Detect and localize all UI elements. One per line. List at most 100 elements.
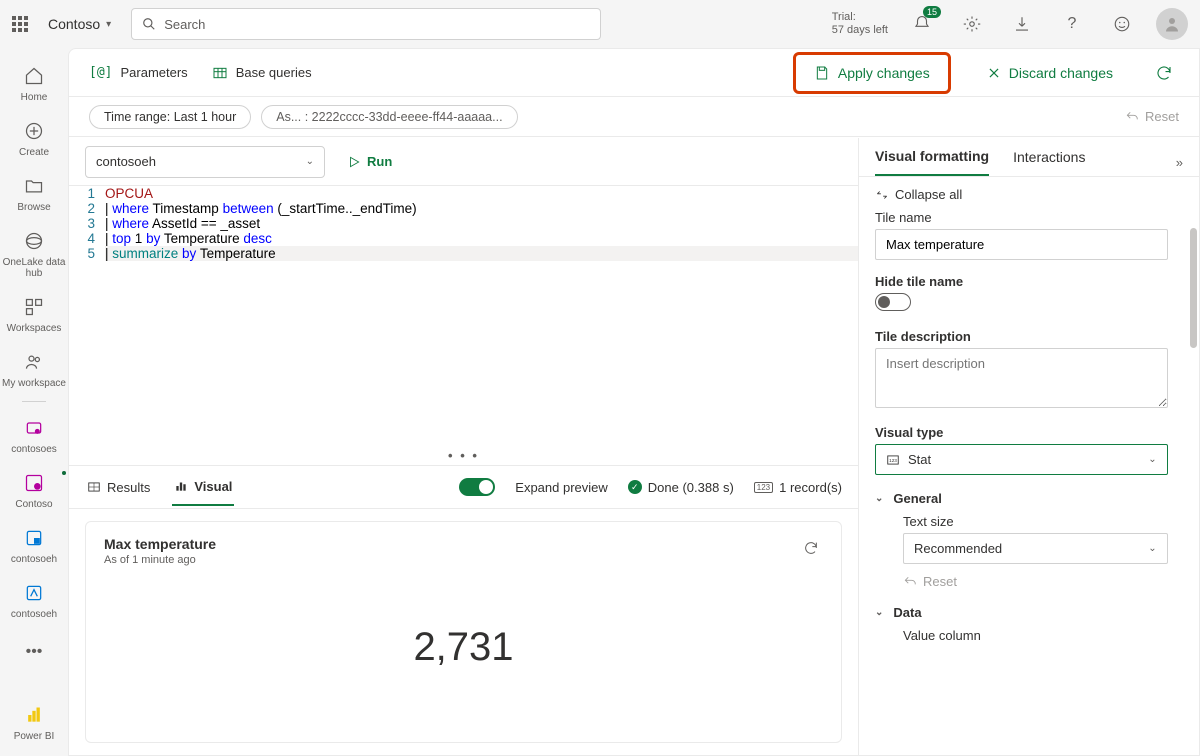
undo-icon	[1125, 110, 1139, 124]
tab-results[interactable]: Results	[85, 470, 152, 505]
refresh-icon	[803, 540, 819, 556]
preview-tile: Max temperature As of 1 minute ago 2,731	[85, 521, 842, 743]
workspaces-icon	[24, 297, 44, 317]
user-avatar[interactable]	[1156, 8, 1188, 40]
person-group-icon	[24, 352, 44, 372]
check-icon: ✓	[628, 480, 642, 494]
database-select[interactable]: contosoeh ⌄	[85, 146, 325, 178]
collapse-all-button[interactable]: Collapse all	[875, 187, 1183, 202]
close-icon	[987, 66, 1001, 80]
visual-type-label: Visual type	[875, 425, 1183, 440]
tab-interactions[interactable]: Interactions	[1013, 149, 1085, 175]
help-button[interactable]: ?	[1056, 8, 1088, 40]
filter-bar: Time range: Last 1 hour As... : 2222cccc…	[69, 97, 1199, 137]
app-launcher-icon[interactable]	[12, 16, 28, 32]
feedback-button[interactable]	[1106, 8, 1138, 40]
apply-changes-button[interactable]: Apply changes	[800, 59, 944, 87]
download-button[interactable]	[1006, 8, 1038, 40]
undo-icon	[903, 575, 917, 589]
nav-my-workspace[interactable]: My workspace	[0, 342, 68, 395]
chevron-down-icon: ⌄	[1148, 543, 1156, 554]
notifications-button[interactable]: 15	[906, 8, 938, 40]
nav-workspaces[interactable]: Workspaces	[0, 287, 68, 340]
nav-home[interactable]: Home	[0, 56, 68, 109]
tab-visual-formatting[interactable]: Visual formatting	[875, 148, 989, 176]
svg-text:123: 123	[889, 457, 897, 462]
chevron-down-icon: ⌄	[1148, 454, 1156, 465]
query-toolbar: contosoeh ⌄ Run	[69, 138, 858, 186]
chevron-down-icon: ⌄	[875, 607, 883, 618]
query-editor[interactable]: 1OPCUA 2| where Timestamp between (_star…	[69, 186, 858, 446]
nav-contosoeh-1[interactable]: contosoeh	[0, 518, 68, 571]
tile-name-input[interactable]	[875, 229, 1168, 260]
tile-refresh-button[interactable]	[799, 536, 823, 560]
resize-handle[interactable]: • • •	[69, 446, 858, 465]
nav-create[interactable]: Create	[0, 111, 68, 164]
reset-filters-button[interactable]: Reset	[1125, 109, 1179, 124]
nav-contoso[interactable]: Contoso	[0, 463, 68, 516]
visual-type-select[interactable]: 123 Stat ⌄	[875, 444, 1168, 475]
chevron-down-icon: ⌄	[875, 493, 883, 504]
nav-contosoeh-2[interactable]: contosoeh	[0, 573, 68, 626]
time-range-pill[interactable]: Time range: Last 1 hour	[89, 105, 251, 129]
general-reset-button[interactable]: Reset	[903, 574, 1183, 589]
tab-visual[interactable]: Visual	[172, 469, 234, 506]
main-panel: [@] Parameters Base queries Apply change…	[68, 48, 1200, 756]
expand-preview-toggle[interactable]	[459, 478, 495, 496]
discard-changes-button[interactable]: Discard changes	[975, 59, 1125, 87]
parameters-icon: [@]	[89, 65, 112, 80]
results-tabs: Results Visual Expand preview ✓ Done (0.…	[69, 465, 858, 509]
section-general[interactable]: ⌄ General	[875, 491, 1183, 506]
stat-icon: 123	[886, 453, 900, 467]
folder-icon	[24, 176, 44, 196]
asset-filter-pill[interactable]: As... : 2222cccc-33dd-eeee-ff44-aaaaa...	[261, 105, 517, 129]
kqldb-icon	[24, 583, 44, 603]
nav-more[interactable]: •••	[0, 632, 68, 672]
nav-powerbi[interactable]: Power BI	[0, 695, 68, 748]
hide-tile-name-label: Hide tile name	[875, 274, 1183, 289]
chart-icon	[174, 479, 188, 493]
trial-status: Trial: 57 days left	[832, 11, 888, 37]
stat-value: 2,731	[413, 625, 513, 670]
run-button[interactable]: Run	[339, 148, 400, 175]
nav-onelake[interactable]: OneLake data hub	[0, 221, 68, 285]
person-icon	[1163, 15, 1181, 33]
apply-highlight-box: Apply changes	[793, 52, 951, 94]
notification-badge: 15	[923, 6, 941, 18]
global-search[interactable]: Search	[131, 8, 601, 40]
formatting-panel: Visual formatting Interactions » Collaps…	[859, 138, 1199, 755]
nav-contosoes[interactable]: contosoes	[0, 408, 68, 461]
parameters-button[interactable]: [@] Parameters	[89, 65, 188, 80]
search-icon	[142, 17, 156, 31]
chevron-down-icon: ⌄	[306, 156, 314, 167]
gear-icon	[963, 15, 981, 33]
text-size-select[interactable]: Recommended ⌄	[903, 533, 1168, 564]
plus-circle-icon	[24, 121, 44, 141]
record-count: 123 1 record(s)	[754, 480, 842, 495]
chevron-down-icon: ▾	[106, 19, 111, 30]
org-name: Contoso	[48, 16, 100, 32]
refresh-button[interactable]	[1149, 58, 1179, 88]
hide-tile-name-toggle[interactable]	[875, 293, 911, 311]
org-dropdown[interactable]: Contoso ▾	[40, 12, 119, 36]
download-icon	[1013, 15, 1031, 33]
toolbar: [@] Parameters Base queries Apply change…	[69, 49, 1199, 97]
scrollbar[interactable]	[1190, 228, 1197, 348]
help-icon: ?	[1068, 15, 1077, 33]
data-hub-icon	[24, 231, 44, 251]
ellipsis-icon: •••	[20, 638, 48, 666]
refresh-icon	[1155, 64, 1173, 82]
nav-browse[interactable]: Browse	[0, 166, 68, 219]
dashboard-icon	[24, 473, 44, 493]
settings-button[interactable]	[956, 8, 988, 40]
rail-divider	[22, 401, 46, 402]
tile-desc-label: Tile description	[875, 329, 1183, 344]
base-queries-button[interactable]: Base queries	[212, 65, 312, 81]
expand-panel-button[interactable]: »	[1176, 155, 1183, 170]
section-data[interactable]: ⌄ Data	[875, 605, 1183, 620]
tile-desc-input[interactable]	[875, 348, 1168, 408]
save-icon	[814, 65, 830, 81]
top-bar: Contoso ▾ Search Trial: 57 days left 15 …	[0, 0, 1200, 48]
text-size-label: Text size	[903, 514, 1183, 529]
smiley-icon	[1113, 15, 1131, 33]
